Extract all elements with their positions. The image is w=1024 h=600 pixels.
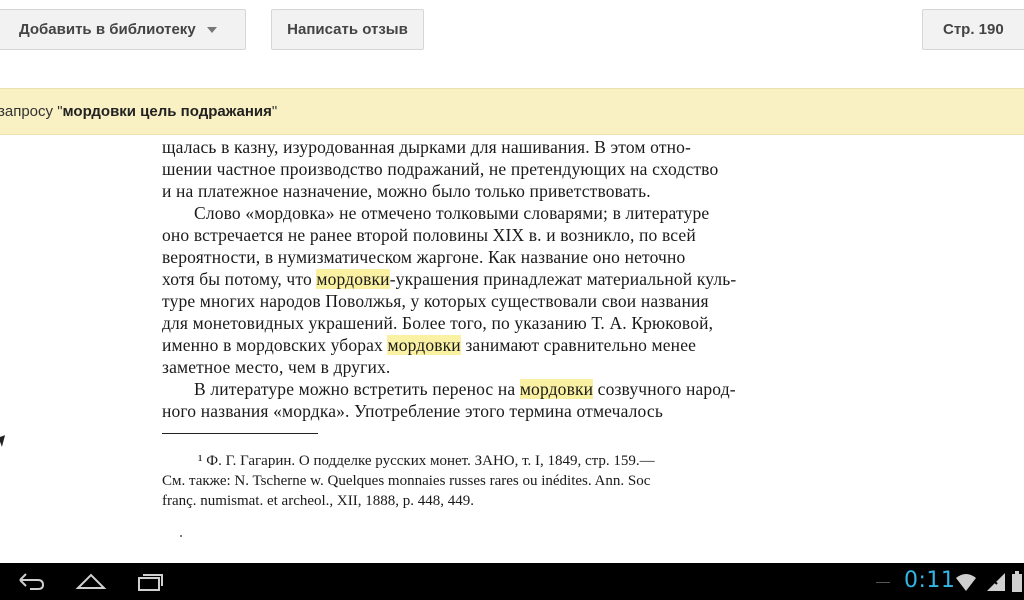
back-icon[interactable] <box>16 569 46 593</box>
scan-speck <box>180 535 182 537</box>
banner-suffix: " <box>271 103 278 120</box>
page-selector-button[interactable]: Стр. 190 <box>922 9 1024 50</box>
footnote-line: franç. numismat. et archeol., XII, 1888,… <box>162 493 475 509</box>
text-line: щалась в казну, изуродованная дырками дл… <box>162 137 692 157</box>
wifi-icon <box>956 574 976 591</box>
recent-apps-icon[interactable] <box>137 569 167 593</box>
caret-down-icon <box>206 26 217 33</box>
text-line: для монетовидных украшений. Более того, … <box>162 313 714 333</box>
divider <box>876 582 890 583</box>
text-line: заметное место, чем в других. <box>162 357 391 377</box>
banner-query: мордовки цель подражания <box>62 103 272 120</box>
search-highlight: мордовки <box>519 379 594 399</box>
add-to-library-label: Добавить в библиотеку <box>19 21 196 38</box>
text-line: туре многих народов Поволжья, у которых … <box>162 291 709 311</box>
text-line: и на платежное назначение, можно было то… <box>162 181 651 201</box>
text-line: именно в мордовских уборах мордовки зани… <box>162 335 697 355</box>
text-line: оно встречается не ранее второй половины… <box>162 225 696 245</box>
text-line: Слово «мордовка» не отмечено толковыми с… <box>194 203 710 223</box>
text-line: В литературе можно встретить перенос на … <box>194 379 736 399</box>
write-review-label: Написать отзыв <box>287 21 408 38</box>
battery-icon <box>1012 571 1022 592</box>
signal-icon <box>987 573 1005 591</box>
text-line: шении частное производство подражаний, н… <box>162 159 719 179</box>
home-icon[interactable] <box>75 569 107 593</box>
toolbar: Добавить в библиотеку Написать отзыв Стр… <box>0 0 1024 88</box>
mouse-cursor-icon <box>0 435 9 447</box>
write-review-button[interactable]: Написать отзыв <box>271 9 424 50</box>
search-highlight: мордовки <box>316 269 390 289</box>
footnote-line: См. также: N. Tscherne w. Quelques monna… <box>162 473 651 489</box>
text-line: ного названия «мордка». Употребление это… <box>162 401 663 421</box>
search-query-banner: запросу " мордовки цель подражания " <box>0 88 1024 135</box>
status-clock: 0:11 <box>904 568 956 593</box>
add-to-library-button[interactable]: Добавить в библиотеку <box>0 9 246 50</box>
text-line: вероятности, в нумизматическом жаргоне. … <box>162 247 686 267</box>
footnote-divider <box>162 433 318 434</box>
search-highlight: мордовки <box>387 335 461 355</box>
android-nav-bar: 0:11 <box>0 563 1024 600</box>
text-line: хотя бы потому, что мордовки-украшения п… <box>162 269 737 289</box>
book-page-view[interactable]: щалась в казну, изуродованная дырками дл… <box>0 135 1024 563</box>
banner-prefix: запросу " <box>0 103 63 120</box>
page-label: Стр. 190 <box>943 21 1004 38</box>
footnote-line: ¹ Ф. Г. Гагарин. О подделке русских моне… <box>198 453 655 469</box>
